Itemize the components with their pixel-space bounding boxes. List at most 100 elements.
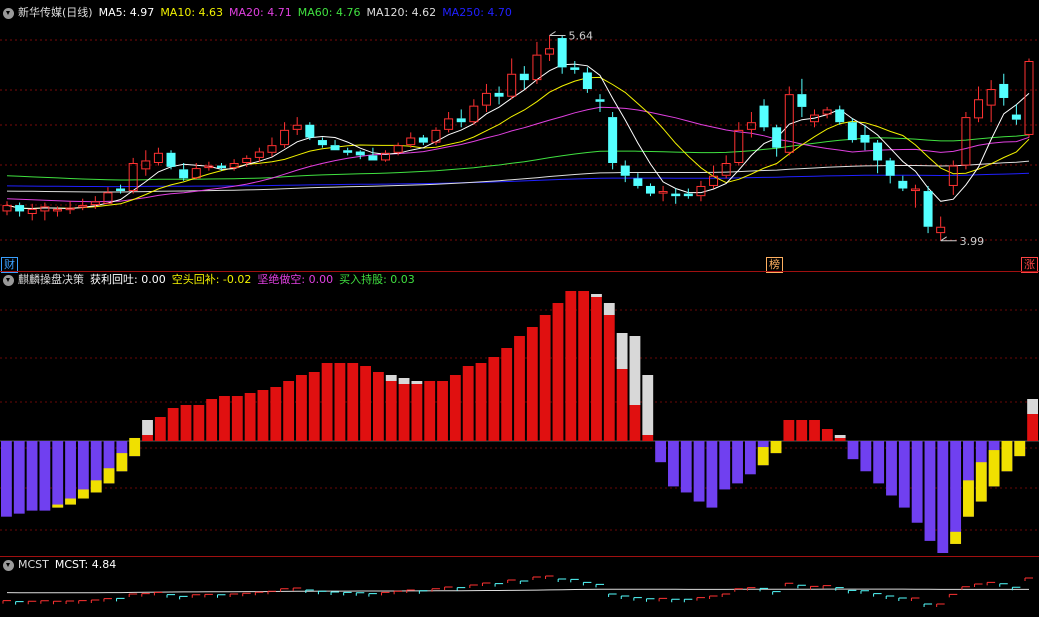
mcst-tick <box>267 590 276 595</box>
collapse-toggle-icon[interactable] <box>3 7 14 19</box>
indicator-bar <box>680 441 692 493</box>
indicator-bar <box>501 348 513 441</box>
indicator-bar <box>154 417 166 441</box>
candle <box>254 147 264 162</box>
candle <box>418 134 428 146</box>
ma-legend: MA5: 4.97 MA10: 4.63 MA20: 4.71 MA60: 4.76 M… <box>99 5 518 21</box>
mcst-tick <box>381 591 390 596</box>
candle <box>317 137 327 148</box>
ma5-line <box>6 63 1030 210</box>
indicator-bar <box>1027 399 1038 441</box>
price-pane-header: 新华传媒(日线) MA5: 4.97 MA10: 4.63 MA20: 4.71 MA… <box>0 5 518 21</box>
mcst-tick <box>910 597 920 601</box>
mcst-tick <box>78 600 87 604</box>
mcst-chart[interactable] <box>0 557 1039 617</box>
candle <box>78 198 88 211</box>
indicator-bar <box>193 405 205 441</box>
mcst-tick <box>709 595 718 599</box>
candle <box>494 86 504 105</box>
mcst-pane[interactable]: MCST MCST: 4.84 <box>0 557 1039 617</box>
candle <box>27 203 37 221</box>
mcst-tick <box>166 594 176 598</box>
indicator-bar <box>898 441 910 508</box>
collapse-toggle-icon[interactable] <box>3 274 14 286</box>
mcst-tick <box>759 587 769 592</box>
indicator-histogram[interactable] <box>0 272 1039 556</box>
candle <box>481 83 491 112</box>
indicator-bar <box>616 333 628 441</box>
indicator-bar <box>1014 441 1026 457</box>
candle <box>368 147 378 161</box>
candle <box>431 127 441 146</box>
indicator-pane[interactable]: 麒麟操盘决策 获利回吐: 0.00 空头回补: -0.02 坚绝做空: 0.00 买入… <box>0 272 1039 556</box>
candle <box>671 188 681 204</box>
candle <box>910 184 920 208</box>
candle <box>759 99 769 132</box>
indicator-bar <box>642 375 654 441</box>
mcst-tick <box>481 582 491 586</box>
indicator-bar <box>873 441 885 484</box>
mcst-tick <box>772 591 781 595</box>
mcst-tick <box>986 581 996 586</box>
mcst-tick <box>948 593 958 598</box>
candle <box>557 35 567 74</box>
mcst-value: MCST: 4.84 <box>54 558 117 571</box>
price-pane[interactable]: 新华传媒(日线) MA5: 4.97 MA10: 4.63 MA20: 4.71 MA… <box>0 0 1039 273</box>
indicator-bar <box>629 336 641 441</box>
mcst-tick <box>847 589 857 594</box>
candle <box>507 58 517 100</box>
mcst-tick <box>90 599 100 603</box>
indicator-bar <box>90 441 102 493</box>
ma-legend-item: MA120: 4.62 <box>366 6 437 19</box>
indicator-bar <box>924 441 936 541</box>
indicator-bar <box>526 327 538 441</box>
indicator-bar <box>834 435 846 441</box>
indicator-bar <box>321 363 333 441</box>
indicator-legend-item: 坚绝做空: 0.00 <box>257 273 334 286</box>
candle <box>772 124 782 157</box>
candle <box>343 147 353 156</box>
candle <box>406 132 416 148</box>
mcst-tick <box>936 603 945 607</box>
high-price-label: 5.64 <box>569 30 594 43</box>
indicator-legend-item: 空头回补: -0.02 <box>171 273 252 286</box>
mcst-tick <box>898 597 907 601</box>
mcst-tick <box>317 590 327 595</box>
mcst-tick <box>645 598 655 602</box>
mcst-tick <box>191 594 201 598</box>
candle <box>658 185 668 202</box>
candle <box>721 155 731 179</box>
candle <box>292 117 302 135</box>
ma-legend-item: MA250: 4.70 <box>442 6 512 19</box>
collapse-toggle-icon[interactable] <box>3 559 14 571</box>
ma-legend-item: MA5: 4.97 <box>98 6 155 19</box>
candle <box>898 175 908 192</box>
indicator-bar <box>603 303 615 441</box>
indicator-bar <box>424 381 436 441</box>
candle <box>784 86 794 156</box>
mcst-tick <box>27 600 37 605</box>
candlestick-chart[interactable]: 5.64 3.99 <box>0 0 1039 270</box>
indicator-pane-header: 麒麟操盘决策 获利回吐: 0.00 空头回补: -0.02 坚绝做空: 0.00 买入… <box>0 272 421 288</box>
ma120-line <box>6 160 1030 193</box>
ma-legend-item: MA20: 4.71 <box>229 6 292 19</box>
mcst-name: MCST <box>18 558 49 571</box>
candle <box>873 140 883 174</box>
indicator-bar <box>757 441 769 466</box>
indicator-bar <box>732 441 743 484</box>
candle <box>999 73 1009 106</box>
candle <box>2 201 12 216</box>
mcst-tick <box>532 576 541 580</box>
indicator-bar <box>77 441 89 499</box>
candle <box>822 106 832 119</box>
candle <box>696 180 706 202</box>
candle <box>948 160 958 195</box>
indicator-bar <box>308 372 320 441</box>
mcst-pane-header: MCST MCST: 4.84 <box>0 557 122 573</box>
indicator-bar <box>39 441 51 511</box>
indicator-bar <box>911 441 923 523</box>
mcst-tick <box>292 587 302 591</box>
indicator-bar <box>706 441 718 508</box>
candle <box>734 122 744 166</box>
mcst-tick <box>418 590 428 594</box>
